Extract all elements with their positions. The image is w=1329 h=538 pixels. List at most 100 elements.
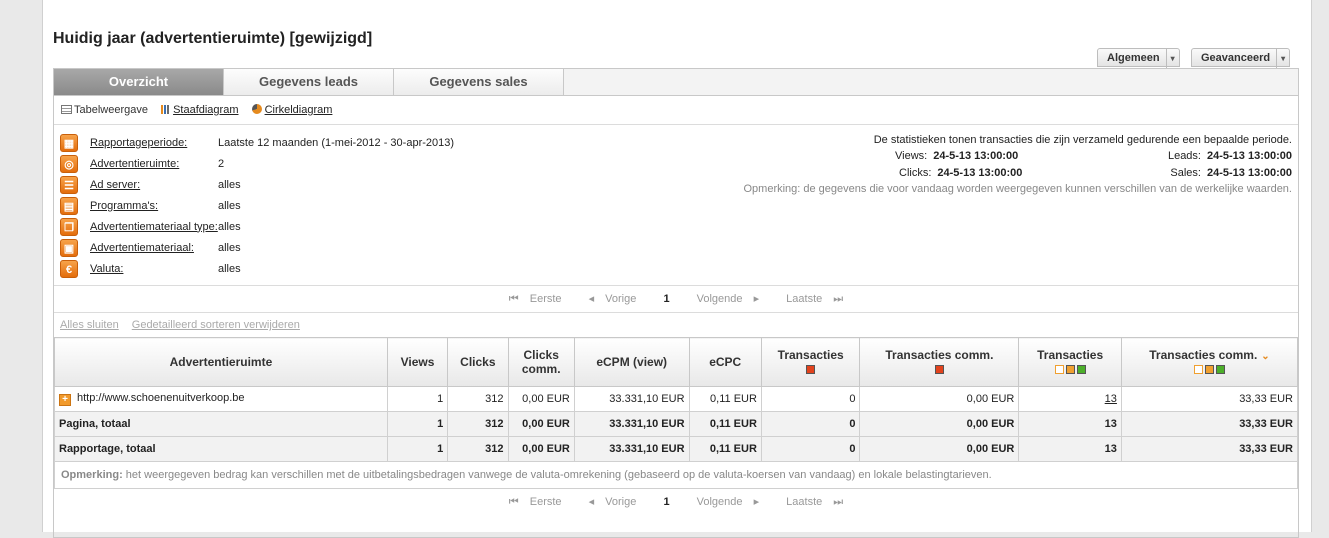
current-page: 1	[663, 293, 670, 305]
next-page-link[interactable]: Volgende ▸	[689, 496, 759, 508]
page-title: Huidig jaar (advertentieruimte) [gewijzi…	[53, 30, 373, 47]
remove-sort-link[interactable]: Gedetailleerd sorteren verwijderen	[132, 319, 300, 331]
first-page-link[interactable]: ⏮ Eerste	[509, 293, 570, 305]
col-header-clicks[interactable]: Clicks	[447, 337, 509, 387]
note-label: Opmerking:	[61, 469, 123, 481]
last-page-link[interactable]: Laatste ⏭	[778, 293, 843, 305]
prev-page-link[interactable]: ◂ Vorige	[589, 496, 645, 508]
col-header-transacties[interactable]: Transacties	[1018, 337, 1122, 387]
cell-transacties-open: 0	[760, 411, 861, 437]
cell-transacties: 13	[1018, 411, 1122, 437]
note-text: het weergegeven bedrag kan verschillen m…	[125, 469, 992, 481]
advanced-menu-button[interactable]: Geavanceerd ▾	[1191, 48, 1291, 68]
cell-clicks: 312	[447, 411, 509, 437]
cell-transacties: 13	[1018, 436, 1122, 462]
cell-clicks-comm: 0,00 EUR	[507, 436, 575, 462]
stats-clicks: Clicks: 24-5-13 13:00:00	[899, 167, 1023, 179]
table-note: Opmerking: het weergegeven bedrag kan ve…	[54, 462, 1298, 489]
filter-row: ▤ Programma's: alles	[60, 196, 241, 215]
pagination-top: ⏮ Eerste ◂ Vorige 1 Volgende ▸ Laatste ⏭	[54, 286, 1298, 313]
cell-ecpc: 0,11 EUR	[688, 411, 762, 437]
status-green-icon	[1076, 365, 1086, 375]
ad-space-icon: ◎	[60, 154, 78, 173]
tab-gegevens-leads[interactable]: Gegevens leads	[224, 69, 394, 95]
cell-transacties-open: 0	[760, 386, 861, 412]
filter-value: 2	[218, 157, 225, 170]
filter-row: ☰ Ad server: alles	[60, 175, 241, 194]
cell-label: Pagina, totaal	[54, 411, 388, 437]
current-page: 1	[663, 496, 670, 508]
currency-icon: €	[60, 259, 78, 278]
first-page-link[interactable]: ⏮ Eerste	[509, 496, 570, 508]
advanced-menu-label: Geavanceerd	[1201, 52, 1271, 64]
expand-icon[interactable]: +	[59, 394, 71, 406]
table-actions: Alles sluiten Gedetailleerd sorteren ver…	[54, 313, 1298, 337]
report-page: Huidig jaar (advertentieruimte) [gewijzi…	[42, 0, 1312, 538]
filter-value: Laatste 12 maanden (1-mei-2012 - 30-apr-…	[218, 136, 455, 149]
transacties-link[interactable]: 13	[1105, 393, 1117, 405]
calendar-icon: ▦	[60, 133, 78, 152]
col-header-views[interactable]: Views	[386, 337, 449, 387]
cell-transacties-comm-open: 0,00 EUR	[859, 411, 1020, 437]
cell-label: Rapportage, totaal	[54, 436, 388, 462]
status-green-icon	[1215, 365, 1225, 375]
table-view-option[interactable]: Tabelweergave	[61, 104, 148, 116]
cell-transacties: 13	[1018, 386, 1122, 412]
col-header-ecpc[interactable]: eCPC	[688, 337, 762, 387]
ad-server-icon: ☰	[60, 175, 78, 194]
general-menu-button[interactable]: Algemeen ▾	[1097, 48, 1180, 68]
cell-clicks: 312	[447, 386, 509, 412]
filter-value: alles	[218, 178, 241, 191]
tab-overzicht[interactable]: Overzicht	[54, 69, 224, 95]
filter-label-advertentiemateriaal[interactable]: Advertentiemateriaal:	[90, 242, 218, 254]
general-menu-label: Algemeen	[1107, 52, 1160, 64]
close-all-link[interactable]: Alles sluiten	[60, 319, 119, 331]
table-row-page-total: Pagina, totaal 1 312 0,00 EUR 33.331,10 …	[54, 411, 1299, 437]
cell-transacties-comm-open: 0,00 EUR	[859, 436, 1020, 462]
cell-transacties-comm: 33,33 EUR	[1120, 386, 1299, 412]
filter-value: alles	[218, 220, 241, 233]
cell-clicks-comm: 0,00 EUR	[507, 411, 575, 437]
cell-clicks: 312	[447, 436, 509, 462]
bar-chart-view-link[interactable]: Staafdiagram	[161, 104, 239, 116]
col-header-ecpm[interactable]: eCPM (view)	[573, 337, 690, 387]
cell-views: 1	[386, 411, 449, 437]
stats-intro: De statistieken tonen transacties die zi…	[873, 134, 1292, 146]
filter-label-rapportageperiode[interactable]: Rapportageperiode:	[90, 137, 218, 149]
status-orange-icon	[1204, 365, 1214, 375]
last-page-link[interactable]: Laatste ⏭	[778, 496, 843, 508]
pie-chart-view-link[interactable]: Cirkeldiagram	[251, 104, 332, 116]
col-header-transacties-comm[interactable]: Transacties comm. ⌄	[1120, 337, 1299, 387]
col-header-transacties-open[interactable]: Transacties	[760, 337, 861, 387]
cell-transacties-comm: 33,33 EUR	[1120, 411, 1299, 437]
tab-bar: Overzicht Gegevens leads Gegevens sales	[54, 69, 1298, 96]
cell-ecpm: 33.331,10 EUR	[573, 386, 690, 412]
filter-label-programmas[interactable]: Programma's:	[90, 200, 218, 212]
filter-label-advertentiemateriaal-type[interactable]: Advertentiemateriaal type:	[90, 221, 218, 233]
filter-value: alles	[218, 241, 241, 254]
table-header-row: Advertentieruimte Views Clicks Clicks co…	[54, 337, 1299, 387]
tab-gegevens-sales[interactable]: Gegevens sales	[394, 69, 564, 95]
cell-transacties-comm: 33,33 EUR	[1120, 436, 1299, 462]
filter-row: € Valuta: alles	[60, 259, 241, 278]
cell-transacties-comm-open: 0,00 EUR	[859, 386, 1020, 412]
sort-desc-icon[interactable]: ⌄	[1261, 351, 1269, 362]
col-header-transacties-comm-open[interactable]: Transacties comm.	[859, 337, 1020, 387]
stats-sales: Sales: 24-5-13 13:00:00	[1170, 167, 1292, 179]
prev-page-link[interactable]: ◂ Vorige	[589, 293, 645, 305]
cell-views: 1	[386, 436, 449, 462]
status-orange-icon	[1065, 365, 1075, 375]
filter-label-valuta[interactable]: Valuta:	[90, 263, 218, 275]
next-page-link[interactable]: Volgende ▸	[689, 293, 759, 305]
status-red-icon	[934, 365, 944, 375]
filter-label-ad-server[interactable]: Ad server:	[90, 179, 218, 191]
filter-row: ▦ Rapportageperiode: Laatste 12 maanden …	[60, 133, 454, 152]
col-header-advertentieruimte[interactable]: Advertentieruimte	[54, 337, 388, 387]
cell-views: 1	[386, 386, 449, 412]
filter-row: ◎ Advertentieruimte: 2	[60, 154, 224, 173]
col-header-clicks-comm[interactable]: Clicks comm.	[507, 337, 575, 387]
filter-label-advertentieruimte[interactable]: Advertentieruimte:	[90, 158, 218, 170]
stats-leads: Leads: 24-5-13 13:00:00	[1167, 150, 1292, 162]
stats-remark: Opmerking: de gegevens die voor vandaag …	[743, 183, 1292, 195]
cell-transacties-open: 0	[760, 436, 861, 462]
